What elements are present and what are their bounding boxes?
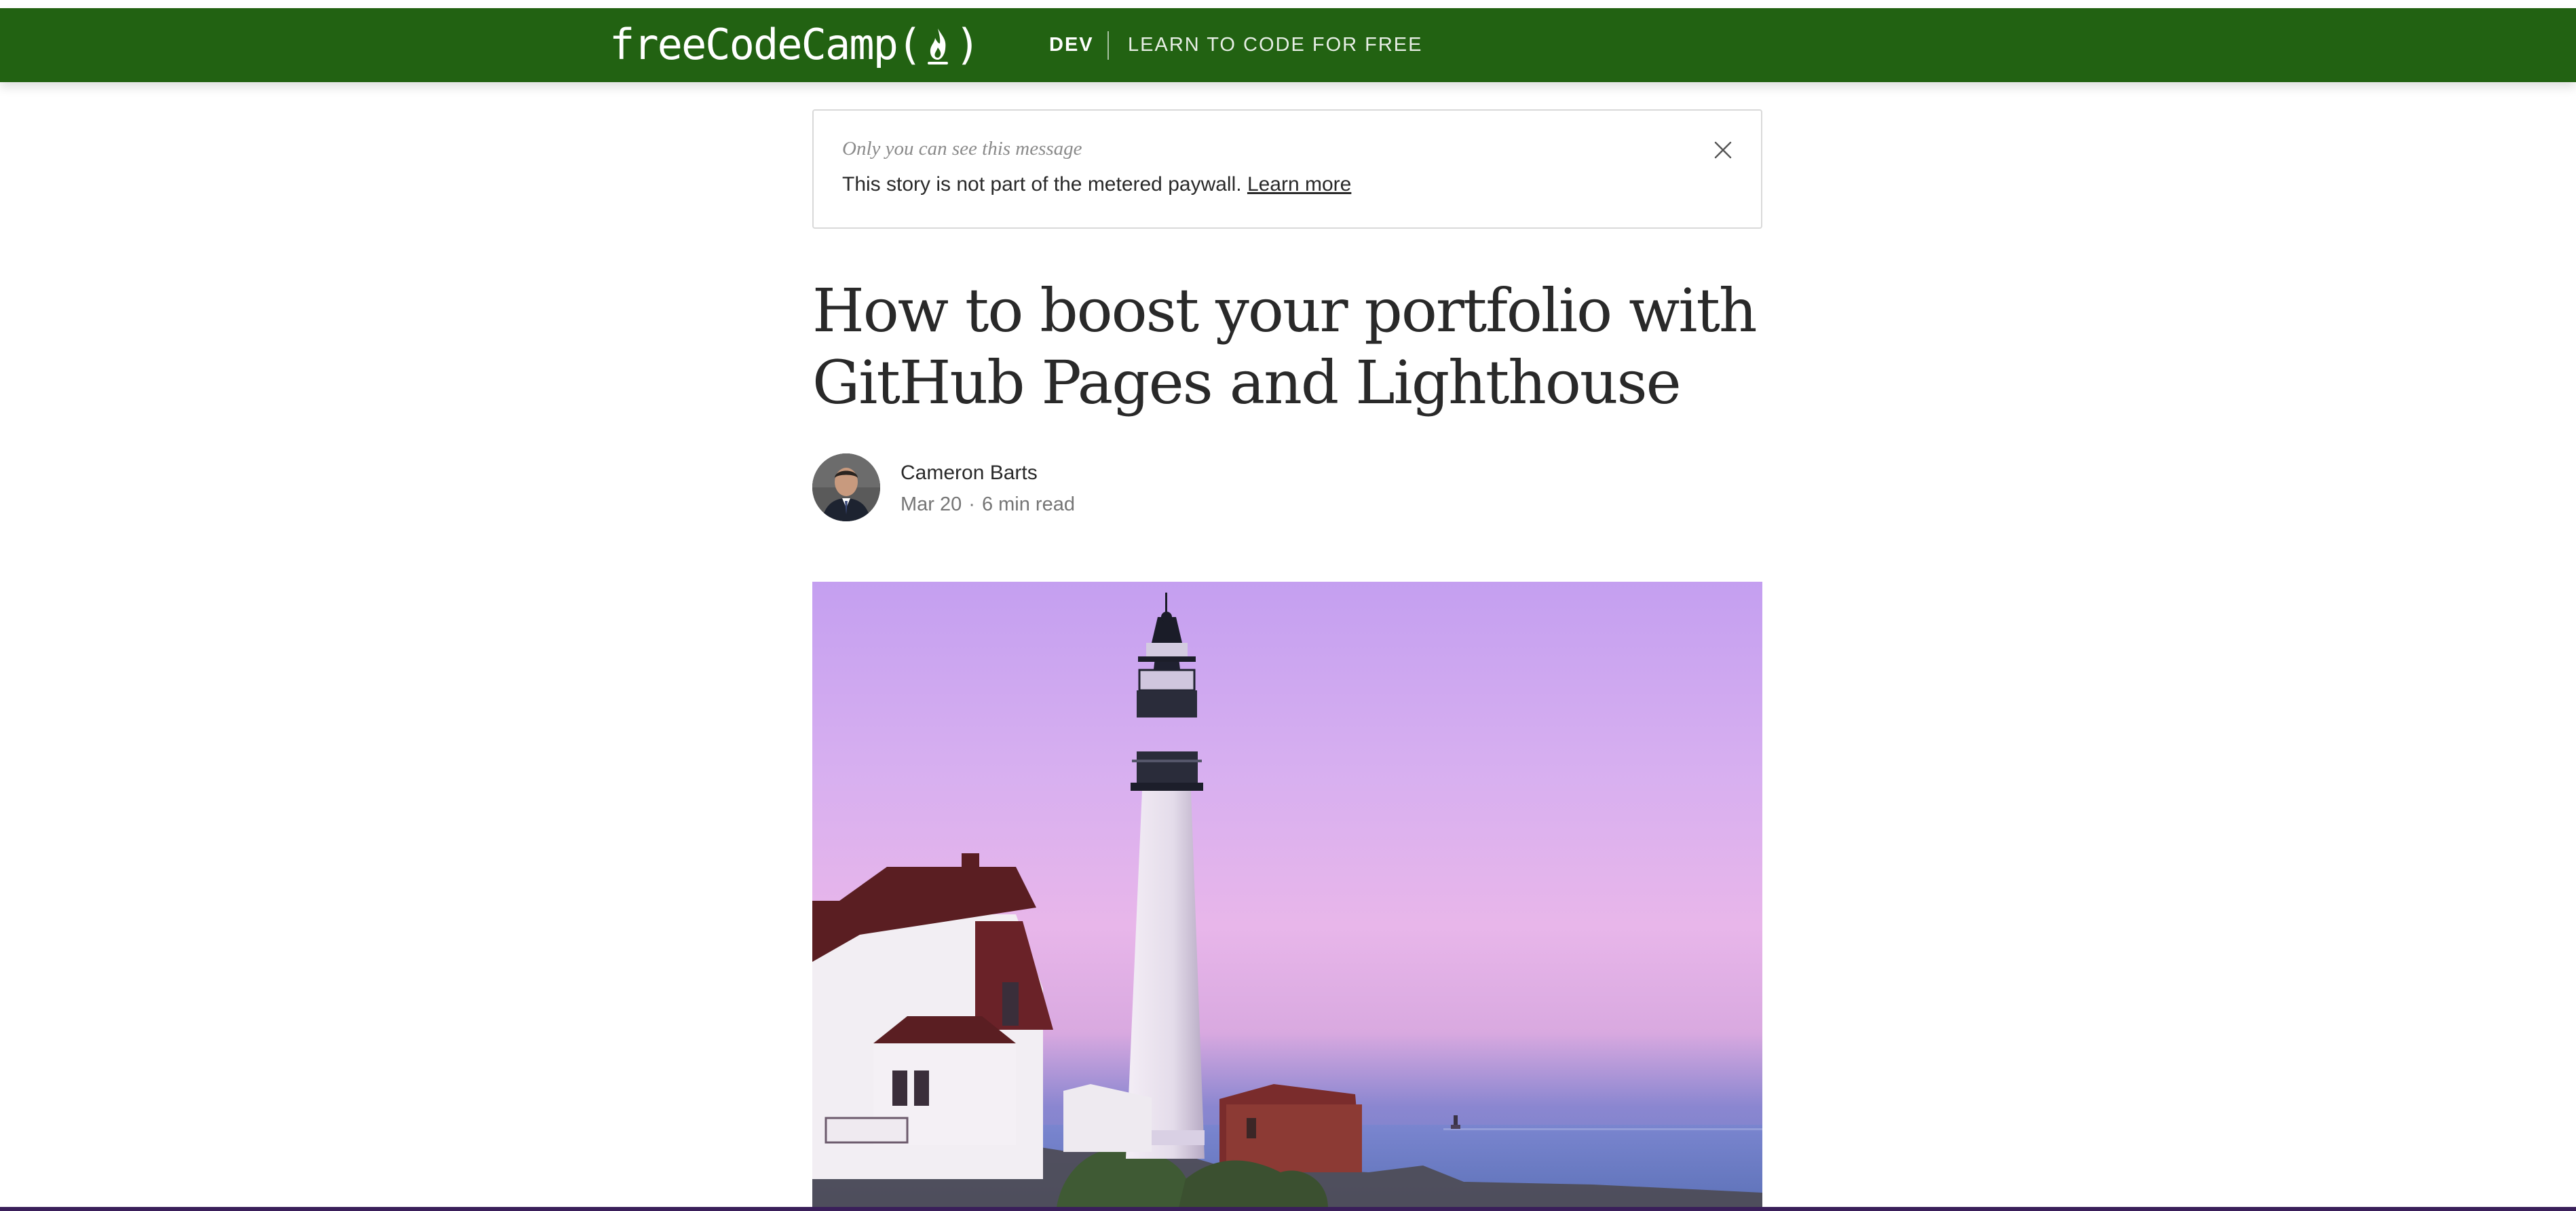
bottom-edge-bar: [0, 1207, 2576, 1211]
paywall-notice: Only you can see this message This story…: [812, 109, 1762, 229]
article-meta: Mar 20 · 6 min read: [901, 493, 1075, 516]
notice-subtitle: Only you can see this message: [842, 138, 1082, 160]
flame-icon: [928, 29, 949, 64]
notice-message-text: This story is not part of the metered pa…: [842, 173, 1242, 195]
top-navbar: freeCodeCamp( ) DEV LEARN TO CODE FOR FR…: [0, 8, 2576, 82]
publish-date: Mar 20: [901, 493, 962, 515]
nav-tagline-link[interactable]: LEARN TO CODE FOR FREE: [1128, 33, 1423, 57]
read-time: 6 min read: [981, 493, 1075, 515]
logo-text: freeCodeCamp(: [609, 20, 922, 69]
close-icon[interactable]: [1711, 138, 1735, 162]
lighthouse-illustration: [812, 593, 1762, 1208]
logo-text-close: ): [955, 20, 980, 69]
freecodecamp-logo[interactable]: freeCodeCamp( ): [609, 18, 981, 71]
avatar-photo: [812, 453, 880, 521]
nav-divider: [1107, 31, 1109, 60]
top-strip: [0, 0, 2576, 8]
author-avatar[interactable]: [812, 453, 880, 521]
notice-message: This story is not part of the metered pa…: [842, 173, 1351, 196]
article-title: How to boost your portfolio with GitHub …: [812, 276, 1758, 417]
hero-image: [812, 582, 1762, 1208]
learn-more-link[interactable]: Learn more: [1247, 173, 1351, 195]
nav-section-dev[interactable]: DEV: [1049, 33, 1094, 57]
meta-separator: ·: [968, 493, 975, 515]
author-name-link[interactable]: Cameron Barts: [901, 462, 1038, 485]
